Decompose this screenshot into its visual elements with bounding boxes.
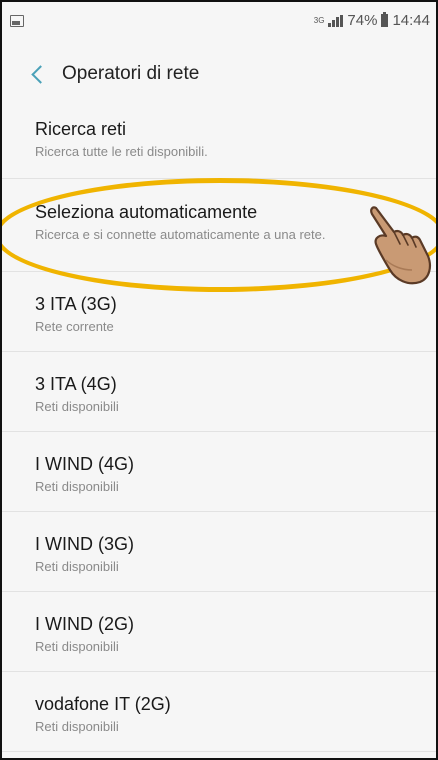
network-name: 3 ITA (3G) [35, 294, 117, 314]
network-type-icon: 3G [313, 15, 325, 25]
network-status: Reti disponibili [35, 719, 119, 734]
image-icon [10, 15, 24, 27]
app-bar: Operatori di rete [2, 46, 436, 102]
network-status: Reti disponibili [35, 639, 119, 654]
select-automatically-subtitle: Ricerca e si connette automaticamente a … [35, 227, 326, 242]
network-status: Reti disponibili [35, 479, 119, 494]
network-item[interactable]: 3 ITA (4G) Reti disponibili [2, 352, 436, 432]
network-name: I WIND (3G) [35, 534, 134, 554]
network-status: Rete corrente [35, 319, 114, 334]
chevron-left-icon[interactable] [24, 46, 64, 102]
battery-icon [381, 12, 389, 27]
network-name: I WIND (2G) [35, 614, 134, 634]
search-networks-title: Ricerca reti [35, 119, 127, 139]
network-item[interactable]: I WIND (3G) Reti disponibili [2, 512, 436, 592]
phone-screen: 3G 74% 14:44 Operatori di rete Ricerca r… [0, 0, 438, 760]
search-networks-subtitle: Ricerca tutte le reti disponibili. [35, 144, 208, 159]
search-networks-item[interactable]: Ricerca reti Ricerca tutte le reti dispo… [2, 102, 436, 179]
network-type-label: 3G [313, 15, 325, 25]
network-name: 3 ITA (4G) [35, 374, 117, 394]
network-status: Reti disponibili [35, 399, 119, 414]
network-item[interactable]: vodafone IT (2G) Reti disponibili [2, 672, 436, 752]
signal-icon [328, 14, 344, 27]
network-name: I WIND (4G) [35, 454, 134, 474]
network-name: vodafone IT (2G) [35, 694, 171, 714]
network-operator-list: Ricerca reti Ricerca tutte le reti dispo… [2, 102, 436, 752]
network-item[interactable]: I WIND (4G) Reti disponibili [2, 432, 436, 512]
network-item[interactable]: 3 ITA (3G) Rete corrente [2, 272, 436, 352]
battery-percent: 74% [347, 12, 378, 29]
network-item[interactable]: I WIND (2G) Reti disponibili [2, 592, 436, 672]
network-status: Reti disponibili [35, 559, 119, 574]
select-automatically-item[interactable]: Seleziona automaticamente Ricerca e si c… [2, 179, 436, 272]
clock: 14:44 [392, 12, 430, 29]
status-indicators: 3G 74% 14:44 [314, 12, 430, 29]
status-bar: 3G 74% 14:44 [2, 2, 436, 46]
page-title: Operatori di rete [62, 63, 200, 84]
select-automatically-title: Seleziona automaticamente [35, 202, 258, 222]
